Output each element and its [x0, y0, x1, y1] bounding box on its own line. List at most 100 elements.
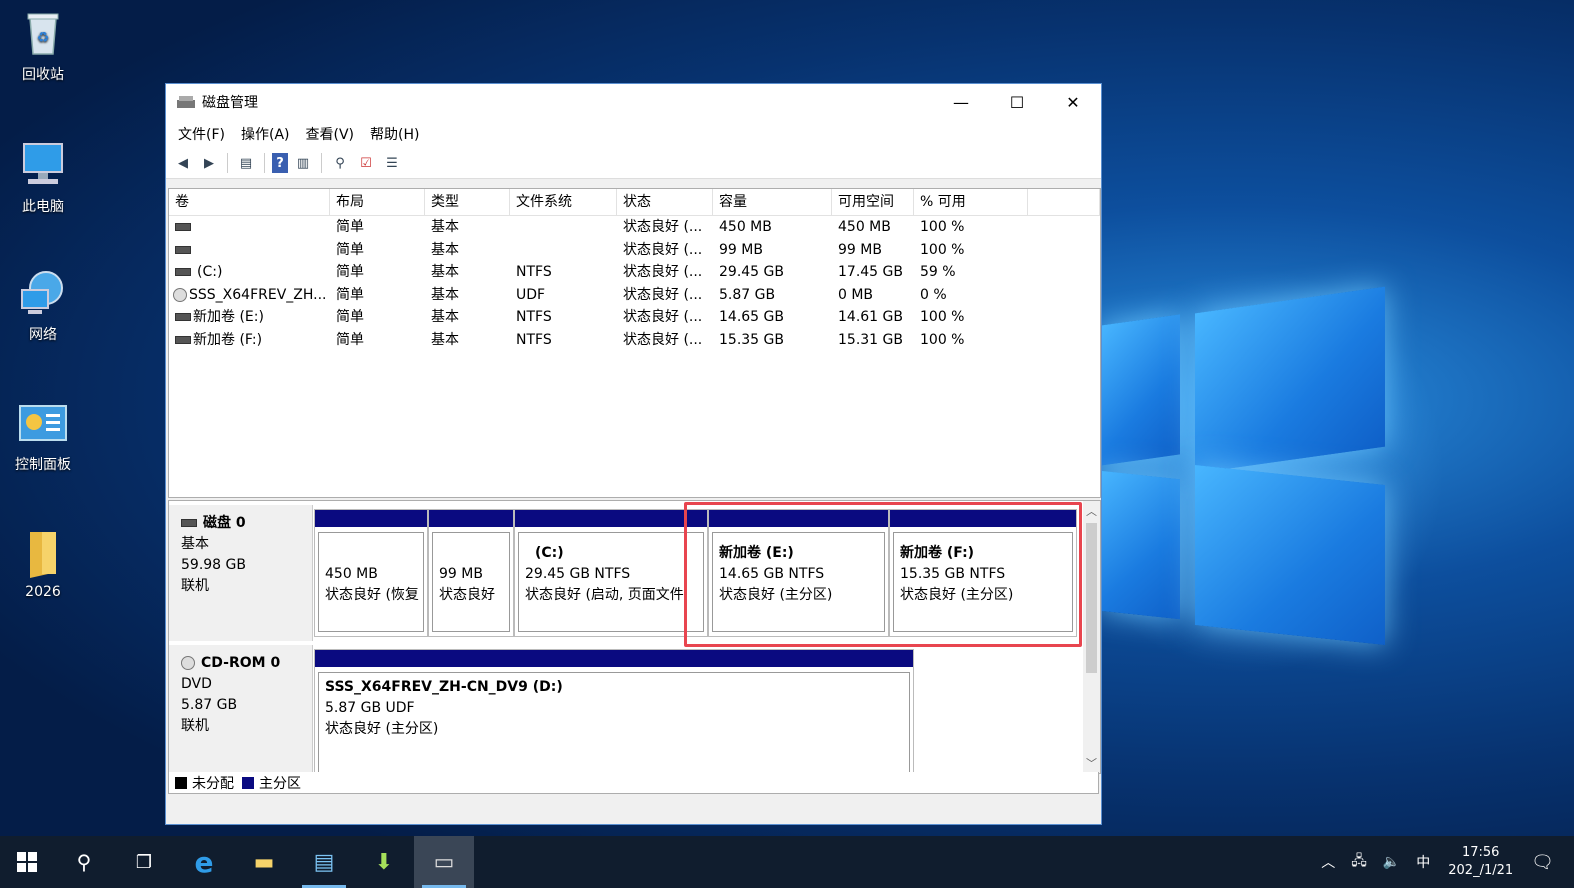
menu-action[interactable]: 操作(A) — [233, 124, 298, 144]
table-row[interactable]: 简单 基本 状态良好 (... 450 MB 450 MB 100 % — [169, 216, 1100, 239]
partition-e[interactable]: 新加卷 (E:) 14.65 GB NTFS 状态良好 (主分区) — [708, 509, 889, 637]
desktop-icon-folder-2026[interactable]: 2026 — [0, 528, 86, 600]
desktop-icon-label: 控制面板 — [15, 457, 71, 473]
cell-layout: 简单 — [336, 241, 364, 258]
partition-c[interactable]: (C:) 29.45 GB NTFS 状态良好 (启动, 页面文件, — [514, 509, 708, 637]
taskbar: ⚲ ❐ e ▬ ▤ ⬇ ▭ ︿ 🖧 🔈 中 17:56 202_/1/21 🗨 — [0, 836, 1574, 888]
network-icon[interactable]: 🖧 — [1351, 850, 1367, 874]
partition-d[interactable]: SSS_X64FREV_ZH-CN_DV9 (D:) 5.87 GB UDF 状… — [314, 649, 914, 773]
table-row[interactable]: SSS_X64FREV_ZH... 简单 基本 UDF 状态良好 (... 5.… — [169, 284, 1100, 307]
partition-recovery[interactable]: 450 MB 状态良好 (恢复 — [314, 509, 428, 637]
help-icon[interactable]: ? — [272, 153, 288, 173]
table-row[interactable]: 新加卷 (E:) 简单 基本 NTFS 状态良好 (... 14.65 GB 1… — [169, 306, 1100, 329]
scroll-down-icon[interactable]: ﹀ — [1083, 755, 1100, 771]
notification-icon[interactable]: 🗨 — [1531, 852, 1554, 873]
vertical-scrollbar[interactable]: ︿ ﹀ — [1083, 501, 1100, 773]
partition-title: (C:) — [535, 545, 564, 561]
connect-icon[interactable]: ⚲ — [329, 153, 351, 173]
table-row[interactable]: 简单 基本 状态良好 (... 99 MB 99 MB 100 % — [169, 239, 1100, 262]
cell-filesystem — [510, 239, 617, 262]
cell-free-space: 15.31 GB — [838, 331, 903, 348]
view-icon[interactable]: ▥ — [292, 153, 314, 173]
title-bar[interactable]: 磁盘管理 — ☐ ✕ — [166, 84, 1101, 120]
cell-free-space: 450 MB — [838, 219, 891, 235]
disk-0-label[interactable]: 磁盘 0 基本 59.98 GB 联机 — [169, 505, 313, 641]
scroll-up-icon[interactable]: ︿ — [1083, 503, 1100, 519]
cell-percent-free: 100 % — [920, 219, 965, 235]
column-header-empty — [1028, 189, 1100, 215]
cell-capacity: 29.45 GB — [719, 264, 784, 280]
taskbar-disk-management[interactable]: ▭ — [414, 836, 474, 888]
desktop-icon-this-pc[interactable]: 此电脑 — [0, 140, 86, 216]
computer-icon — [18, 140, 68, 190]
partition-title: 新加卷 (E:) — [719, 545, 794, 561]
search-button[interactable]: ⚲ — [54, 836, 114, 888]
scrollbar-thumb[interactable] — [1086, 523, 1097, 673]
desktop-icon-recycle-bin[interactable]: ♻ 回收站 — [0, 8, 86, 84]
column-header-type[interactable]: 类型 — [425, 189, 510, 215]
desktop-icon-label: 回收站 — [22, 67, 64, 83]
menu-file[interactable]: 文件(F) — [170, 124, 233, 144]
column-header-filesystem[interactable]: 文件系统 — [510, 189, 617, 215]
desktop-icon-network[interactable]: 网络 — [0, 268, 86, 344]
desktop-icon-label: 2026 — [25, 584, 61, 600]
partition-title: 新加卷 (F:) — [900, 545, 975, 561]
windows-logo-wallpaper — [1100, 280, 1400, 650]
ime-indicator[interactable]: 中 — [1416, 852, 1430, 872]
cell-type: 基本 — [431, 241, 459, 258]
task-view-button[interactable]: ❐ — [114, 836, 174, 888]
partition-efi[interactable]: 99 MB 状态良好 — [428, 509, 514, 637]
recycle-bin-icon: ♻ — [18, 8, 68, 58]
properties-icon[interactable]: ▤ — [235, 153, 257, 173]
chevron-up-icon[interactable]: ︿ — [1321, 852, 1335, 872]
cdrom-0-label[interactable]: CD-ROM 0 DVD 5.87 GB 联机 — [169, 645, 313, 773]
cell-type: 基本 — [431, 309, 459, 325]
back-icon[interactable]: ◀ — [172, 153, 194, 173]
check-icon[interactable]: ☑ — [355, 153, 377, 173]
clock-time: 17:56 — [1461, 845, 1500, 860]
column-header-capacity[interactable]: 容量 — [713, 189, 832, 215]
volume-muted-icon[interactable]: 🔈 — [1383, 854, 1400, 870]
taskbar-file-explorer[interactable]: ▬ — [234, 836, 294, 888]
cell-capacity: 14.65 GB — [719, 309, 784, 325]
clock[interactable]: 17:56 202_/1/21 — [1448, 844, 1513, 880]
toolbar-separator — [321, 153, 322, 173]
taskbar-setup[interactable]: ⬇ — [354, 836, 414, 888]
cell-status: 状态良好 (... — [623, 286, 703, 303]
svg-text:♻: ♻ — [37, 30, 50, 46]
column-header-free-space[interactable]: 可用空间 — [832, 189, 914, 215]
start-button[interactable] — [0, 836, 54, 888]
window-title: 磁盘管理 — [202, 95, 258, 111]
column-header-percent-free[interactable]: % 可用 — [914, 189, 1028, 215]
minimize-button[interactable]: — — [938, 84, 984, 120]
forward-icon[interactable]: ▶ — [198, 153, 220, 173]
desktop-icon-control-panel[interactable]: 控制面板 — [0, 398, 86, 474]
table-row[interactable]: (C:) 简单 基本 NTFS 状态良好 (... 29.45 GB 17.45… — [169, 261, 1100, 284]
disk-name: 磁盘 0 — [203, 515, 246, 531]
taskbar-ie[interactable]: e — [174, 836, 234, 888]
taskbar-server-manager[interactable]: ▤ — [294, 836, 354, 888]
cell-layout: 简单 — [336, 309, 364, 325]
close-button[interactable]: ✕ — [1050, 84, 1096, 120]
drive-icon — [175, 245, 191, 254]
cell-capacity: 5.87 GB — [719, 286, 776, 303]
maximize-button[interactable]: ☐ — [994, 84, 1040, 120]
cell-layout: 简单 — [336, 219, 364, 235]
partition-status: 状态良好 — [439, 587, 495, 603]
column-header-status[interactable]: 状态 — [617, 189, 713, 215]
partition-f[interactable]: 新加卷 (F:) 15.35 GB NTFS 状态良好 (主分区) — [889, 509, 1077, 637]
partition-status: 状态良好 (启动, 页面文件, — [525, 587, 689, 603]
partition-bar — [429, 510, 513, 527]
network-icon — [18, 268, 68, 318]
cell-filesystem: UDF — [516, 286, 546, 303]
menu-help[interactable]: 帮助(H) — [362, 124, 427, 144]
partition-size: 15.35 GB NTFS — [900, 566, 1006, 582]
menu-view[interactable]: 查看(V) — [298, 124, 363, 144]
column-header-volume[interactable]: 卷 — [169, 189, 330, 215]
desktop-icon-label: 此电脑 — [22, 199, 64, 215]
column-header-layout[interactable]: 布局 — [330, 189, 425, 215]
partition-bar — [515, 510, 707, 527]
table-row[interactable]: 新加卷 (F:) 简单 基本 NTFS 状态良好 (... 15.35 GB 1… — [169, 329, 1100, 352]
folder-icon: ▬ — [253, 849, 275, 875]
list-icon[interactable]: ☰ — [381, 153, 403, 173]
